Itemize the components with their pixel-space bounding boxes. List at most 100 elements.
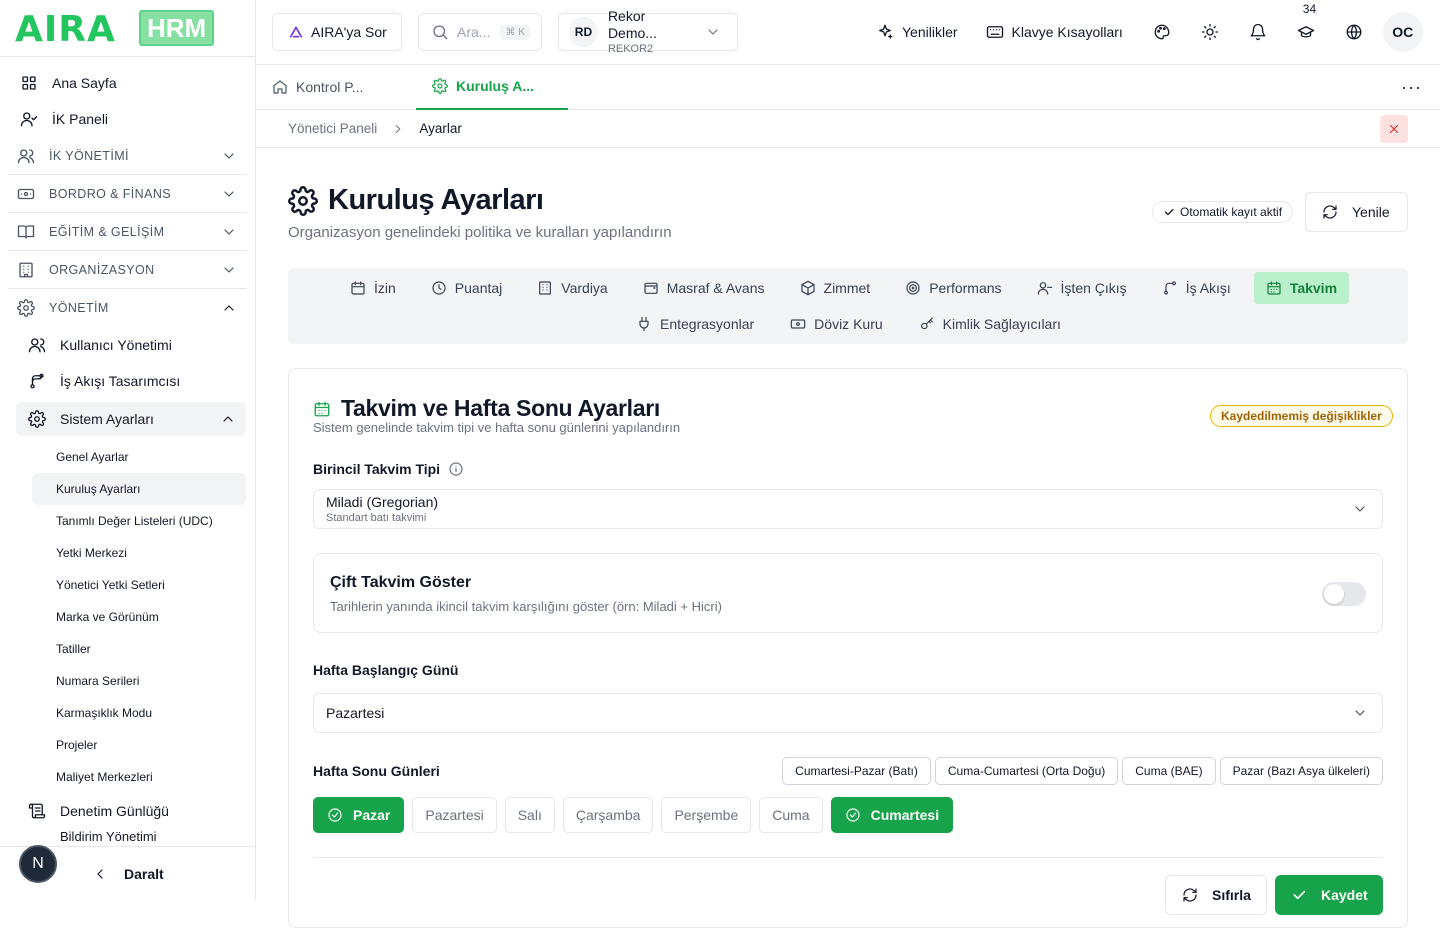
week-start-select[interactable]: Pazartesi (313, 693, 1383, 733)
day-friday-toggle[interactable]: Cuma (759, 797, 823, 833)
search-input[interactable]: Ara... ⌘ K (418, 13, 542, 51)
page-subtitle: Organizasyon genelindeki politika ve kur… (288, 224, 672, 241)
bell-icon[interactable] (1249, 23, 1267, 41)
sidebar-section-hr[interactable]: İK YÖNETİMİ (8, 137, 247, 175)
sidebar-leaf-number-series[interactable]: Numara Serileri (0, 665, 255, 697)
primary-calendar-label: Birincil Takvim Tipi (313, 461, 441, 477)
chevron-down-icon (1352, 705, 1368, 721)
day-sunday-toggle[interactable]: Pazar (313, 797, 405, 833)
tab-integrations[interactable]: Entegrasyonlar (624, 308, 766, 340)
sidebar-section-payroll[interactable]: BORDRO & FİNANS (8, 175, 247, 213)
sidebar-leaf-organization-settings[interactable]: Kuruluş Ayarları (32, 473, 246, 505)
unsaved-changes-badge: Kaydedilmemiş değişiklikler (1210, 405, 1393, 427)
ask-aira-button[interactable]: AIRA'ya Sor (272, 13, 402, 51)
sidebar-leaf-udc[interactable]: Tanımlı Değer Listeleri (UDC) (0, 505, 255, 537)
learning-button[interactable]: 34 (1297, 2, 1316, 41)
sidebar-leaf-holidays[interactable]: Tatiller (0, 633, 255, 665)
sidebar-group-system-settings[interactable]: Sistem Ayarları (16, 402, 246, 436)
sidebar-leaf-general-settings[interactable]: Genel Ayarlar (0, 441, 255, 473)
sidebar-leaf-complexity-mode[interactable]: Karmaşıklık Modu (0, 697, 255, 729)
home-icon (272, 79, 288, 95)
company-code: REKOR2 (607, 42, 654, 55)
breadcrumb: Yönetici Paneli Ayarlar (256, 110, 1440, 148)
sidebar-section-organization[interactable]: ORGANİZASYON (8, 251, 247, 289)
tab-label: Kontrol P... (296, 79, 364, 95)
breadcrumb-item[interactable]: Yönetici Paneli (288, 121, 377, 136)
gear-icon (28, 410, 46, 428)
preset-fri-sat-button[interactable]: Cuma-Cumartesi (Orta Doğu) (934, 757, 1119, 785)
sidebar-leaf-authority-center[interactable]: Yetki Merkezi (0, 537, 255, 569)
globe-icon[interactable] (1345, 23, 1363, 41)
sidebar-section-management[interactable]: YÖNETİM (8, 289, 247, 327)
section-label: EĞİTİM & GELİŞİM (49, 224, 165, 239)
select-description: Standart batı takvimi (326, 512, 427, 524)
tab-assets[interactable]: Zimmet (788, 272, 883, 304)
day-tuesday-toggle[interactable]: Salı (504, 797, 555, 833)
sidebar-leaf-admin-permission-sets[interactable]: Yönetici Yetki Setleri (0, 569, 255, 601)
assistant-bubble[interactable]: N (19, 845, 57, 883)
tab-workflow[interactable]: İş Akışı (1150, 272, 1243, 304)
tab-label: Döviz Kuru (814, 316, 883, 332)
calendar-icon (350, 280, 366, 296)
tab-identity-providers[interactable]: Kimlik Sağlayıcıları (907, 308, 1073, 340)
tab-organization-settings[interactable]: Kuruluş A... (416, 65, 568, 110)
palette-icon[interactable] (1153, 23, 1171, 41)
check-circle-icon (327, 807, 343, 823)
reset-button[interactable]: Sıfırla (1165, 875, 1267, 915)
tab-calendar[interactable]: Takvim (1253, 272, 1350, 304)
day-thursday-toggle[interactable]: Perşembe (661, 797, 752, 833)
primary-calendar-select[interactable]: Miladi (Gregorian) Standart batı takvimi (313, 489, 1383, 529)
dual-calendar-toggle[interactable] (1322, 582, 1366, 606)
sidebar-item-user-management[interactable]: Kullanıcı Yönetimi (0, 327, 255, 363)
chevron-down-icon (221, 148, 237, 164)
preset-sun-button[interactable]: Pazar (Bazı Asya ülkeleri) (1219, 757, 1383, 785)
info-icon[interactable] (448, 461, 464, 477)
sidebar-leaf-brand-appearance[interactable]: Marka ve Görünüm (0, 601, 255, 633)
sidebar-item-audit-log[interactable]: Denetim Günlüğü (0, 793, 255, 829)
tab-timesheet[interactable]: Puantaj (419, 272, 514, 304)
day-monday-toggle[interactable]: Pazartesi (412, 797, 497, 833)
tab-shift[interactable]: Vardiya (525, 272, 619, 304)
chevron-down-icon (705, 24, 721, 40)
tab-leave[interactable]: İzin (338, 272, 408, 304)
user-avatar[interactable]: OC (1382, 12, 1423, 52)
more-options-icon[interactable]: ··· (1401, 78, 1422, 96)
ask-aira-label: AIRA'ya Sor (311, 24, 387, 40)
brand-logo[interactable]: AIRA HRM (0, 0, 255, 57)
sidebar-item-workflow-designer[interactable]: İş Akışı Tasarımcısı (0, 363, 255, 399)
company-switcher[interactable]: RD Rekor Demo... REKOR2 (558, 8, 738, 55)
preset-fri-button[interactable]: Cuma (BAE) (1122, 757, 1216, 785)
refresh-button[interactable]: Yenile (1305, 192, 1408, 232)
sidebar-item-label: İK Paneli (52, 111, 109, 127)
save-button[interactable]: Kaydet (1275, 875, 1383, 915)
gear-icon (17, 299, 35, 317)
day-wednesday-toggle[interactable]: Çarşamba (562, 797, 654, 833)
sidebar-item-label: İş Akışı Tasarımcısı (60, 373, 181, 389)
sidebar-section-training[interactable]: EĞİTİM & GELİŞİM (8, 213, 247, 251)
sidebar-item-label: Denetim Günlüğü (60, 803, 169, 819)
sidebar-item-home[interactable]: Ana Sayfa (0, 65, 255, 101)
select-value: Pazartesi (326, 705, 385, 721)
sun-icon[interactable] (1201, 23, 1219, 41)
tab-dashboard[interactable]: Kontrol P... (256, 65, 404, 110)
keyboard-shortcuts-button[interactable]: Klavye Kısayolları (986, 23, 1123, 41)
chevron-up-icon (221, 300, 237, 316)
section-label: BORDRO & FİNANS (49, 186, 171, 201)
logo-wordmark: AIRA (15, 11, 133, 45)
preset-sat-sun-button[interactable]: Cumartesi-Pazar (Batı) (782, 757, 931, 785)
whats-new-button[interactable]: Yenilikler (876, 23, 958, 41)
tab-offboarding[interactable]: İşten Çıkış (1025, 272, 1139, 304)
close-tab-button[interactable] (1380, 114, 1408, 143)
day-saturday-toggle[interactable]: Cumartesi (830, 797, 954, 833)
tab-performance[interactable]: Performans (893, 272, 1013, 304)
sidebar-item-hr-panel[interactable]: İK Paneli (0, 101, 255, 137)
gear-icon (288, 185, 318, 216)
tab-exchange-rate[interactable]: Döviz Kuru (778, 308, 894, 340)
weekend-presets: Cumartesi-Pazar (Batı) Cuma-Cumartesi (O… (782, 757, 1409, 785)
tab-expense-advance[interactable]: Masraf & Avans (631, 272, 777, 304)
tab-label: İzin (374, 280, 396, 296)
chevron-left-icon (92, 866, 108, 882)
close-icon (1387, 122, 1401, 136)
sidebar-leaf-projects[interactable]: Projeler (0, 729, 255, 761)
sidebar-leaf-cost-centers[interactable]: Maliyet Merkezleri (0, 761, 255, 793)
